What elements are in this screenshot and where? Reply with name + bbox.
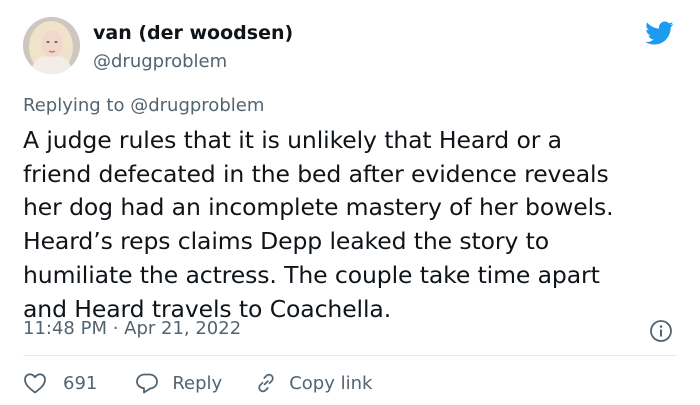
tweet-line: friend defecated in the bed after eviden… [23, 159, 609, 188]
copy-link-label: Copy link [289, 372, 373, 394]
info-icon[interactable] [649, 319, 673, 343]
twitter-bird-icon[interactable] [642, 18, 676, 48]
link-icon [258, 373, 274, 393]
reply-bubble-icon [136, 373, 159, 394]
tweet-line: her dog had an incomplete mastery of her… [23, 193, 614, 222]
replying-to-prefix: Replying to [23, 95, 125, 116]
like-count: 691 [63, 372, 98, 394]
like-button[interactable]: 691 [23, 372, 97, 394]
tweet-line: Heard’s reps claims Depp leaked the stor… [23, 227, 550, 256]
copy-link-button[interactable]: Copy link [254, 372, 372, 394]
reply-button[interactable]: Reply [135, 372, 222, 394]
action-bar: 691 Reply Copy link [23, 369, 372, 397]
heart-icon [24, 373, 46, 394]
tweet-timestamp[interactable]: 11:48 PM · Apr 21, 2022 [23, 318, 241, 339]
display-name[interactable]: van (der woodsen) [93, 22, 293, 44]
replying-to: Replying to @drugproblem [23, 95, 264, 116]
tweet-text: A judge rules that it is unlikely that H… [23, 124, 678, 326]
tweet-line: A judge rules that it is unlikely that H… [23, 126, 562, 154]
avatar-image [23, 17, 80, 74]
tweet-line: humiliate the actress. The couple take t… [23, 260, 600, 289]
user-handle[interactable]: @drugproblem [93, 51, 227, 72]
avatar[interactable] [23, 17, 80, 74]
replying-to-mention[interactable]: @drugproblem [130, 95, 264, 116]
reply-label: Reply [172, 372, 223, 394]
divider [23, 355, 677, 356]
